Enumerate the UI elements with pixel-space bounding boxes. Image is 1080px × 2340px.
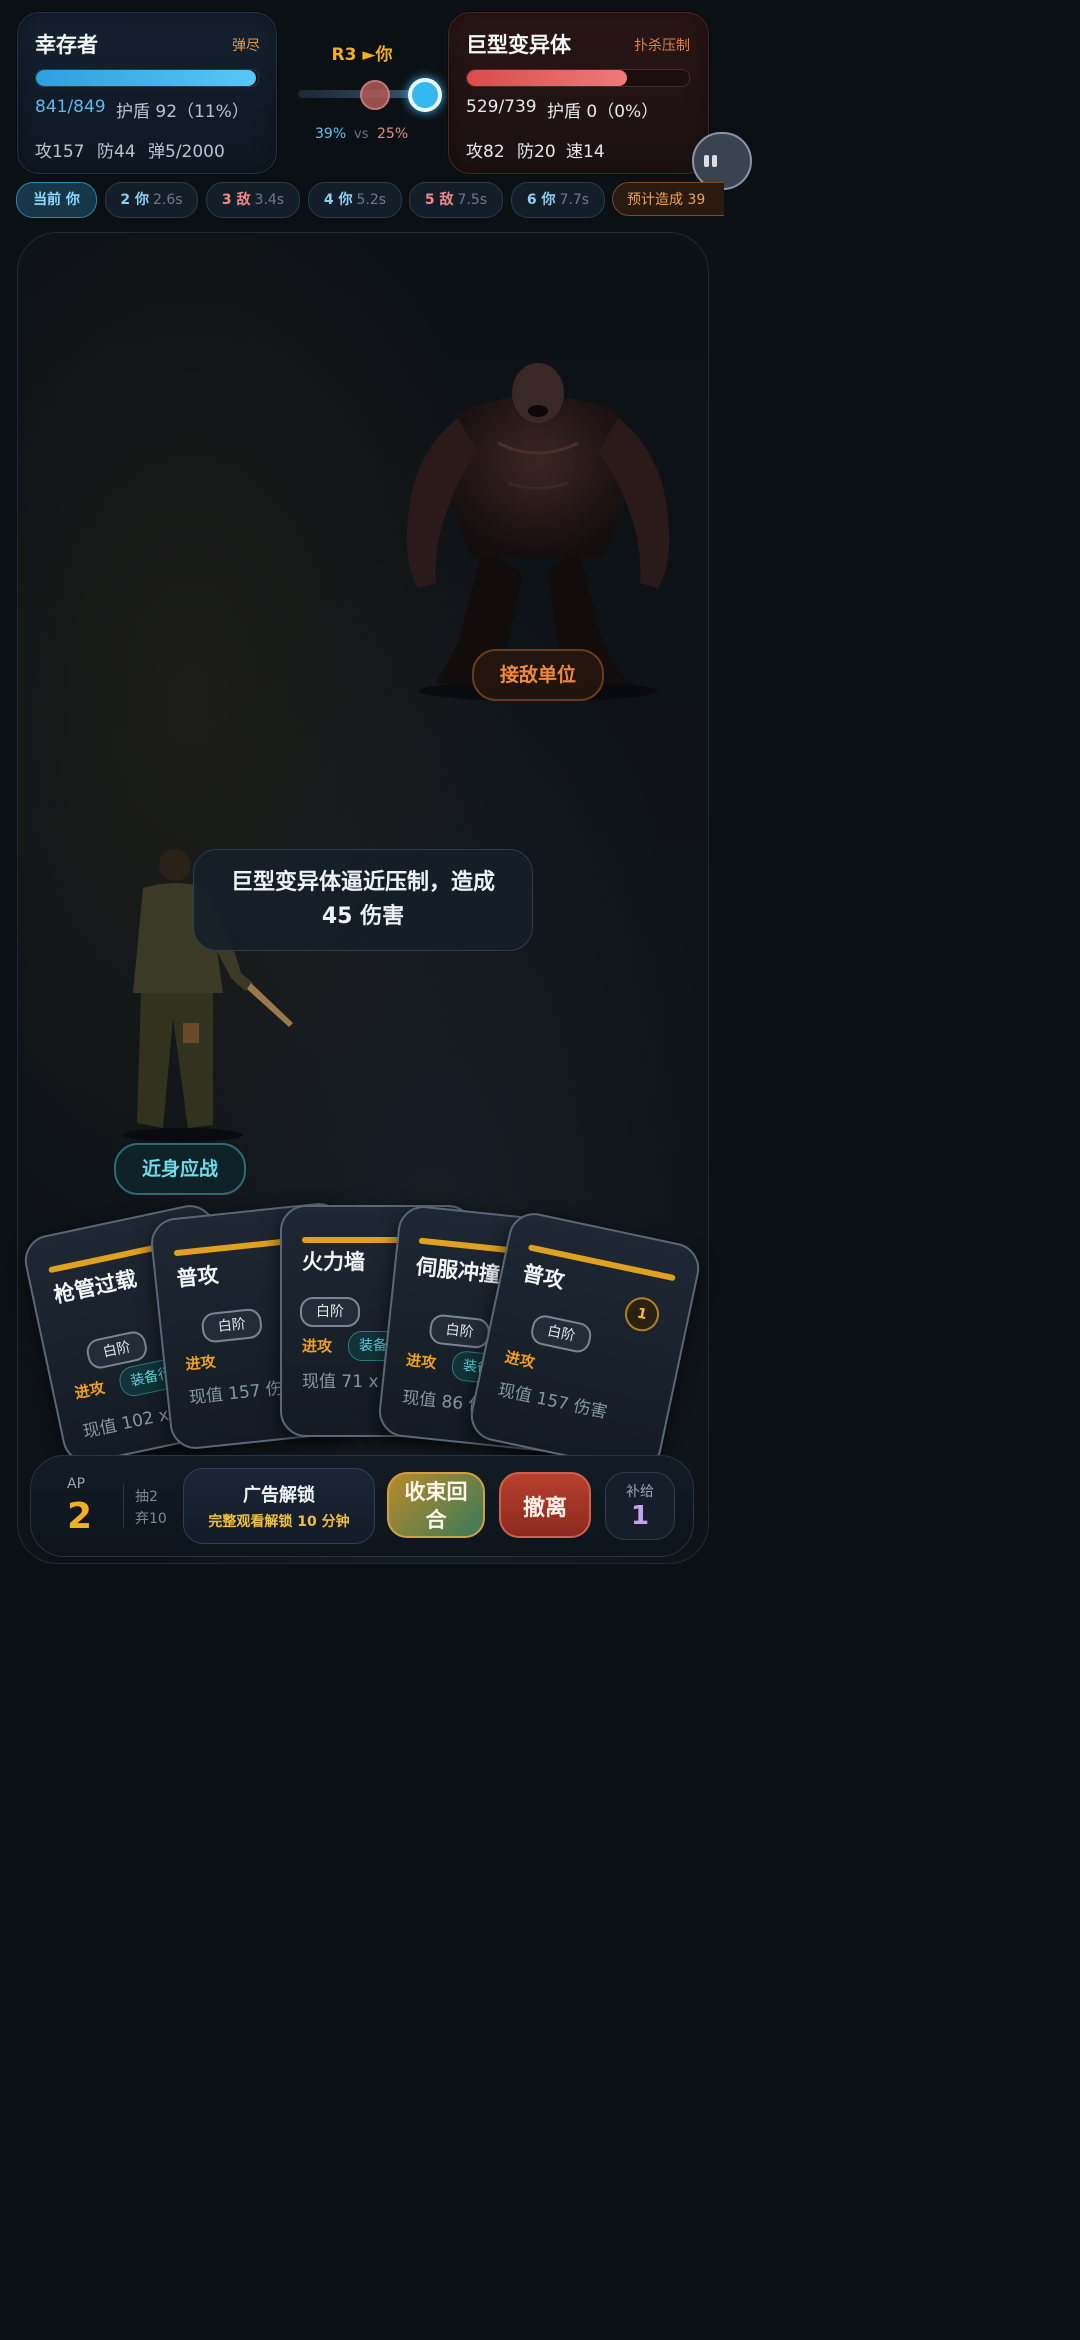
ap-label: AP [67,1476,86,1492]
card-type: 进攻 [503,1347,537,1372]
timeline-chip-6[interactable]: 6 你 7.7s [511,182,605,218]
player-ammo: 弹5/2000 [148,142,225,162]
player-hp-text: 841/849 [35,97,106,117]
ad-unlock-title: 广告解锁 [243,1485,315,1506]
damage-forecast-chip: 预计造成 39 [612,182,724,216]
enemy-initiative-marker [360,80,390,110]
card-value: 现值 157 伤害 [496,1380,610,1423]
enemy-shield-text: 护盾 0（0%） [547,102,659,122]
timeline-chip-4[interactable]: 4 你 5.2s [308,182,402,218]
end-turn-label: 收束回合 [404,1480,468,1532]
player-hp-bar [35,69,259,87]
combat-log-bubble: 巨型变异体逼近压制，造成 45 伤害 [193,849,533,951]
player-status-tag: 弹尽 [232,38,260,54]
supply-counter[interactable]: 补给 1 [605,1472,675,1540]
enemy-name: 巨型变异体 [466,33,571,57]
enemy-defense: 防20 [517,142,556,162]
player-panel: 幸存者 弹尽 841/849 护盾 92（11%） 攻157 防44 弹5/20… [17,12,277,174]
versus-label: vs [354,127,369,142]
card-tier-badge: 白阶 [200,1307,264,1344]
card-type: 进攻 [73,1378,107,1403]
bar-divider [123,1484,124,1528]
action-bar: AP 2 抽2 弃10 广告解锁 完整观看解锁 10 分钟 收束回合 撤离 补给… [30,1455,694,1557]
card-tier-badge: 白阶 [528,1312,594,1355]
player-melee-label: 近身应战 [114,1143,246,1195]
player-name: 幸存者 [35,33,98,57]
retreat-button[interactable]: 撤离 [499,1472,591,1538]
enemy-speed: 速14 [566,142,605,162]
ap-value: 2 [67,1496,93,1537]
supply-value: 1 [630,1501,650,1531]
enemy-panel: 巨型变异体 扑杀压制 529/739 护盾 0（0%） 攻82 防20 速14 [448,12,709,174]
enemy-hp-fill [467,70,627,86]
timeline-chip-current[interactable]: 当前 你 [16,182,97,218]
card-tier-badge: 白阶 [428,1313,492,1350]
enemy-hp-bar [466,69,690,87]
ad-unlock-subtitle: 完整观看解锁 10 分钟 [208,1514,350,1530]
card-tier-badge: 白阶 [300,1297,360,1327]
combat-log-text: 巨型变异体逼近压制，造成 45 伤害 [230,870,495,929]
end-turn-button[interactable]: 收束回合 [387,1472,485,1538]
retreat-label: 撤离 [522,1496,567,1521]
timeline-chip-2[interactable]: 2 你 2.6s [105,182,198,218]
enemy-status-tag: 扑杀压制 [634,38,690,54]
ad-unlock-button[interactable]: 广告解锁 完整观看解锁 10 分钟 [183,1468,375,1544]
enemy-attack: 攻82 [466,142,505,162]
player-defense: 防44 [97,142,136,162]
card-title: 伺服冲撞 [414,1254,501,1288]
player-attack: 攻157 [35,142,85,162]
turn-indicator: R3 ►你 39% vs 25% [290,30,442,150]
player-initiative-marker [408,78,442,112]
enemy-engage-label: 接敌单位 [472,649,604,701]
enemy-hp-text: 529/739 [466,97,537,117]
card-type: 进攻 [405,1350,438,1373]
timeline-chip-3[interactable]: 3 敌 3.4s [206,182,300,218]
card-type: 进攻 [302,1337,333,1355]
player-initiative-pct: 39% [315,126,347,142]
timeline-chip-5[interactable]: 5 敌 7.5s [409,182,503,218]
round-label: R3 ►你 [331,45,393,65]
draw-count: 抽2 [135,1489,158,1505]
supply-label: 补给 [626,1484,654,1500]
discard-count: 弃10 [135,1511,167,1527]
player-hp-fill [36,70,256,86]
enemy-initiative-pct: 25% [377,126,409,142]
card-type: 进攻 [184,1352,217,1374]
player-shield-text: 护盾 92（11%） [116,102,249,122]
pause-icon [704,155,720,169]
